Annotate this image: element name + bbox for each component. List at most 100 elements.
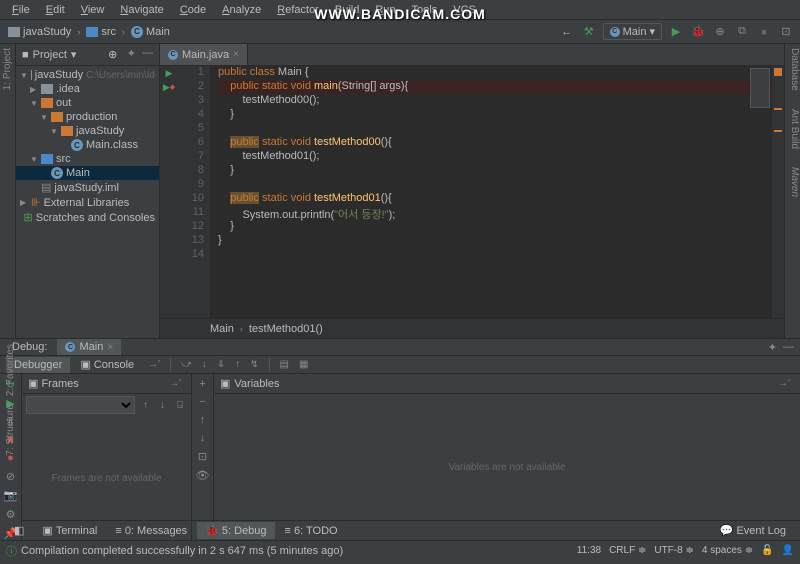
todo-tab[interactable]: ≡ 6: TODO — [277, 522, 346, 539]
mute-breakpoints-icon[interactable]: ⊘ — [6, 470, 15, 483]
filter-icon[interactable]: ⍈ — [173, 398, 187, 413]
project-tree[interactable]: ▼javaStudy C:\Users\min\Id▶.idea▼out▼pro… — [16, 66, 159, 338]
rail-project[interactable]: 1: Project — [2, 44, 13, 94]
run-gutter-icon[interactable]: ▶ — [163, 82, 170, 93]
restore-layout-icon[interactable]: →' — [165, 376, 185, 391]
menu-analyze[interactable]: Analyze — [214, 2, 269, 18]
breadcrumb-item[interactable]: CMain — [129, 26, 172, 38]
menu-code[interactable]: Code — [172, 2, 214, 18]
remove-watch-icon[interactable]: − — [199, 396, 205, 408]
lock-icon[interactable]: 🔓 — [761, 545, 773, 556]
warning-mark[interactable] — [774, 130, 782, 132]
tree-item[interactable]: CMain — [16, 166, 159, 180]
force-step-into-icon[interactable]: ⇓ — [213, 357, 229, 372]
select-opened-icon[interactable]: ⊕ — [105, 47, 121, 63]
inspector-icon[interactable]: 👤 — [782, 545, 794, 556]
menu-file[interactable]: File — [4, 2, 38, 18]
breadcrumb-item[interactable]: javaStudy — [6, 26, 73, 38]
menu-build[interactable]: Build — [327, 2, 367, 18]
drop-frame-icon[interactable]: ↯ — [246, 357, 262, 372]
editor-gutter: ▶▶◆ 1234567891011121314 — [160, 66, 210, 318]
evaluate-icon[interactable]: ▦ — [295, 357, 312, 372]
gear-icon[interactable]: ✦ — [768, 341, 777, 354]
profile-icon[interactable]: ⧉ — [734, 24, 750, 40]
warning-mark[interactable] — [774, 108, 782, 110]
rail-favorites[interactable]: 2: Favorites — [0, 340, 16, 400]
search-icon[interactable]: ⊡ — [778, 24, 794, 40]
run-to-cursor-icon[interactable]: ▤ — [276, 357, 293, 372]
coverage-icon[interactable]: ⊕ — [712, 24, 728, 40]
hide-icon[interactable]: — — [783, 341, 794, 354]
thread-selector[interactable] — [26, 396, 135, 414]
code-breadcrumb-item[interactable]: testMethod01() — [249, 323, 323, 335]
tree-item[interactable]: ▶.idea — [16, 82, 159, 96]
menu-edit[interactable]: Edit — [38, 2, 73, 18]
line-separator[interactable]: CRLF ≑ — [609, 545, 646, 556]
tool-window-icon[interactable]: ◧ — [6, 522, 32, 539]
gear-icon[interactable]: ✦ — [127, 47, 136, 63]
menu-refactor[interactable]: Refactor — [269, 2, 327, 18]
menu-run[interactable]: Run — [367, 2, 403, 18]
rail-ant-build[interactable]: Ant Build — [785, 105, 800, 153]
hide-icon[interactable]: — — [142, 47, 153, 63]
build-icon[interactable]: ⚒ — [581, 24, 597, 40]
breadcrumb-item[interactable]: src — [84, 26, 118, 38]
messages-tab[interactable]: ≡ 0: Messages — [107, 522, 195, 539]
event-log-tab[interactable]: 💬 Event Log — [712, 522, 794, 539]
add-watch-icon[interactable]: + — [199, 378, 205, 390]
class-icon: C — [168, 50, 178, 60]
editor-tab[interactable]: C Main.java × — [160, 44, 248, 65]
menu-view[interactable]: View — [73, 2, 113, 18]
tree-item[interactable]: ▶⊪External Libraries — [16, 195, 159, 210]
tree-item[interactable]: ▼production — [16, 110, 159, 124]
rail-structure[interactable]: 7: Structure — [0, 400, 16, 460]
terminal-tab[interactable]: ▣ Terminal — [34, 522, 105, 539]
back-icon[interactable]: ← — [559, 24, 575, 40]
thread-icon[interactable]: →' — [144, 357, 164, 372]
rail-maven[interactable]: Maven — [785, 163, 800, 201]
dump-threads-icon[interactable]: 📷 — [4, 489, 18, 502]
run-icon[interactable]: ▶ — [668, 24, 684, 40]
stop-icon[interactable]: ■ — [756, 24, 772, 40]
editor-tabs: C Main.java × — [160, 44, 784, 66]
debug-icon[interactable]: 🐞 — [690, 24, 706, 40]
tree-item[interactable]: ▼out — [16, 96, 159, 110]
menu-tools[interactable]: Tools — [404, 2, 446, 18]
cursor-position[interactable]: 11:38 — [577, 545, 601, 556]
breakpoint-icon[interactable]: ◆ — [170, 83, 175, 91]
code-breadcrumb-item[interactable]: Main — [210, 323, 234, 335]
prev-frame-icon[interactable]: ↑ — [139, 398, 152, 413]
rail-database[interactable]: Database — [785, 44, 800, 95]
down-icon[interactable]: ↓ — [200, 432, 206, 444]
step-into-icon[interactable]: ↓ — [198, 357, 211, 372]
step-out-icon[interactable]: ↑ — [231, 357, 244, 372]
error-stripe[interactable] — [772, 66, 784, 318]
close-icon[interactable]: × — [107, 342, 113, 353]
show-watches-icon[interactable]: 👁 — [196, 469, 210, 482]
file-encoding[interactable]: UTF-8 ≑ — [654, 545, 694, 556]
run-config-selector[interactable]: CMain ▾ — [603, 23, 662, 40]
tree-item[interactable]: ▼javaStudy C:\Users\min\Id — [16, 68, 159, 82]
tree-item[interactable]: ▼src — [16, 152, 159, 166]
debug-tab[interactable]: 🐞 5: Debug — [197, 522, 274, 539]
restore-layout-icon[interactable]: →' — [774, 376, 794, 391]
run-gutter-icon[interactable]: ▶ — [166, 68, 173, 79]
minimap[interactable] — [750, 68, 770, 108]
up-icon[interactable]: ↑ — [200, 414, 206, 426]
menu-vcs[interactable]: VCS — [445, 2, 484, 18]
console-tab[interactable]: ▣ Console — [72, 356, 142, 373]
next-frame-icon[interactable]: ↓ — [156, 398, 169, 413]
debug-session-tab[interactable]: C Main × — [57, 339, 121, 355]
editor-content[interactable]: ▶▶◆ 1234567891011121314 public class Mai… — [160, 66, 784, 318]
menu-navigate[interactable]: Navigate — [112, 2, 171, 18]
indent-config[interactable]: 4 spaces ≑ — [702, 545, 753, 556]
file-icon: ▤ — [41, 181, 51, 194]
step-over-icon[interactable]: ⤻ — [177, 357, 196, 372]
tree-item[interactable]: ▤javaStudy.iml — [16, 180, 159, 195]
tree-item[interactable]: CMain.class — [16, 138, 159, 152]
tree-item[interactable]: ⊞Scratches and Consoles — [16, 210, 159, 225]
settings-icon[interactable]: ⚙ — [6, 508, 16, 521]
close-icon[interactable]: × — [233, 49, 239, 60]
duplicate-icon[interactable]: ⊡ — [198, 450, 207, 463]
tree-item[interactable]: ▼javaStudy — [16, 124, 159, 138]
